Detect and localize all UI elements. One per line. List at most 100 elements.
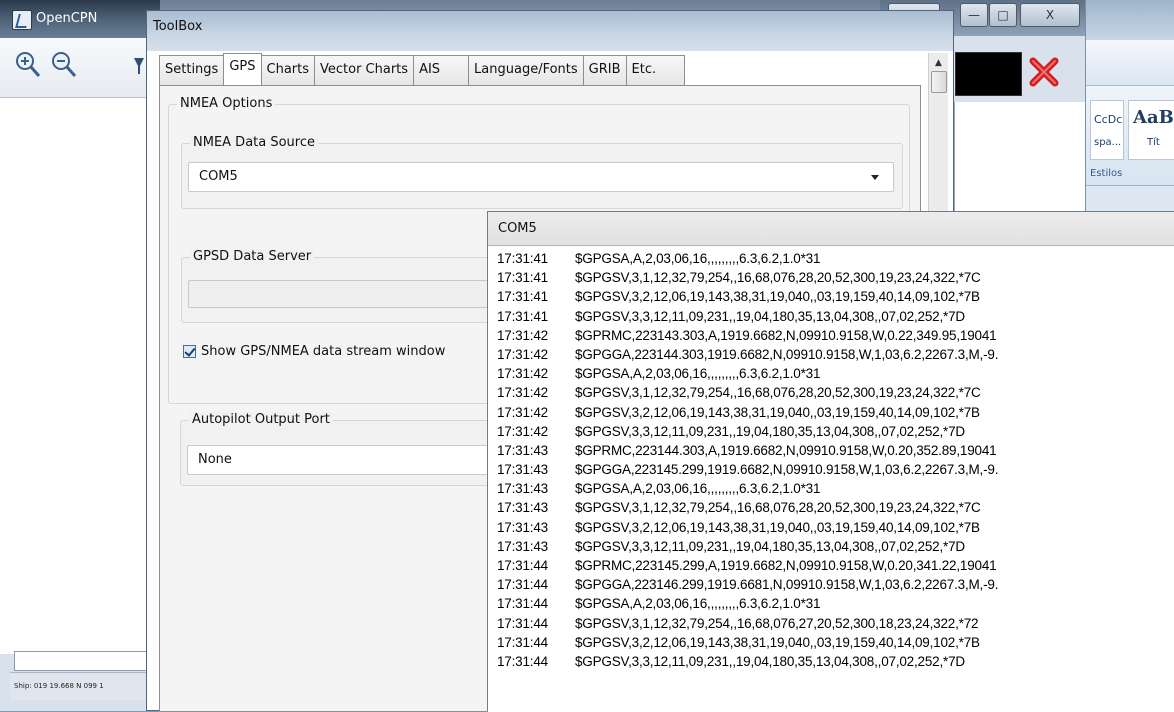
log-sentence: $GPGSV,3,3,12,11,09,231,,19,04,180,35,13… <box>575 308 965 324</box>
style-name: spa... <box>1094 137 1122 148</box>
route-tool-icon[interactable] <box>132 50 146 80</box>
toolbox-titlebar[interactable]: ToolBox <box>147 11 953 51</box>
log-line: 17:31:42 $GPGSV,3,3,12,11,09,231,,19,04,1… <box>497 422 1174 441</box>
log-timestamp: 17:31:43 <box>497 538 548 554</box>
log-sentence: $GPGGA,223146.299,1919.6681,N,09910.9158… <box>575 577 999 593</box>
log-timestamp: 17:31:43 <box>497 500 548 516</box>
log-sentence: $GPGSV,3,2,12,06,19,143,38,31,19,040,,03… <box>575 634 980 650</box>
nmea-source-group: NMEA Data Source COM5 <box>181 135 903 209</box>
tab-grib[interactable]: GRIB <box>582 55 627 85</box>
styles-group-label: Estilos <box>1090 168 1123 179</box>
log-sentence: $GPGSV,3,2,12,06,19,143,38,31,19,040,,03… <box>575 519 980 535</box>
show-stream-checkbox[interactable] <box>183 344 196 358</box>
chart-canvas[interactable] <box>0 98 146 654</box>
log-sentence: $GPGGA,223144.303,1919.6682,N,09910.9158… <box>575 346 999 362</box>
log-timestamp: 17:31:42 <box>497 346 548 362</box>
log-line: 17:31:42 $GPGSV,3,2,12,06,19,143,38,31,19… <box>497 403 1174 422</box>
close-button[interactable]: X <box>1020 3 1080 27</box>
log-sentence: $GPRMC,223145.299,A,1919.6682,N,09910.91… <box>575 558 997 573</box>
red-x-icon[interactable] <box>1026 54 1062 90</box>
nmea-log[interactable]: 17:31:41 $GPGSA,A,2,03,06,16,,,,,,,,,6.3,… <box>488 247 1174 712</box>
log-line: 17:31:44 $GPGGA,223146.299,1919.6681,N,09… <box>497 575 1174 594</box>
log-line: 17:31:44 $GPGSA,A,2,03,06,16,,,,,,,,,6.3,… <box>497 594 1174 613</box>
color-scheme-button[interactable] <box>955 52 1022 96</box>
word-ribbon-tabs <box>1086 40 1174 86</box>
scroll-thumb[interactable] <box>931 71 947 93</box>
autopilot-port-select[interactable]: None <box>187 445 505 475</box>
log-sentence: $GPGSV,3,2,12,06,19,143,38,31,19,040,,03… <box>575 289 980 305</box>
log-sentence: $GPRMC,223143.303,A,1919.6682,N,09910.91… <box>575 327 997 343</box>
log-timestamp: 17:31:42 <box>497 327 548 343</box>
log-sentence: $GPGSA,A,2,03,06,16,,,,,,,,,6.3,6.2,1.0*… <box>575 251 821 266</box>
style-gallery-item-2[interactable]: AaB Tít <box>1128 100 1174 160</box>
show-stream-option[interactable]: Show GPS/NMEA data stream window <box>183 341 445 361</box>
nmea-options-label: NMEA Options <box>177 96 276 111</box>
autopilot-port-group: Autopilot Output Port None <box>180 412 510 486</box>
log-timestamp: 17:31:44 <box>497 596 548 612</box>
log-timestamp: 17:31:44 <box>497 558 548 573</box>
log-line: 17:31:42 $GPGSA,A,2,03,06,16,,,,,,,,,6.3,… <box>497 364 1174 383</box>
tab-ais[interactable]: AIS <box>413 55 470 85</box>
gpsd-server-input[interactable] <box>188 280 498 308</box>
nmea-stream-titlebar[interactable]: COM5 <box>488 212 1174 246</box>
log-sentence: $GPGSV,3,1,12,32,79,254,,16,68,076,28,20… <box>575 385 981 401</box>
tab-settings[interactable]: Settings <box>159 55 225 85</box>
log-line: 17:31:43 $GPGSV,3,2,12,06,19,143,38,31,19… <box>497 518 1174 537</box>
log-timestamp: 17:31:41 <box>497 289 548 305</box>
log-sentence: $GPGSA,A,2,03,06,16,,,,,,,,,6.3,6.2,1.0*… <box>575 596 821 612</box>
log-timestamp: 17:31:41 <box>497 251 548 266</box>
log-line: 17:31:41 $GPGSV,3,1,12,32,79,254,,16,68,0… <box>497 268 1174 287</box>
log-sentence: $GPGSV,3,3,12,11,09,231,,19,04,180,35,13… <box>575 653 965 669</box>
log-timestamp: 17:31:41 <box>497 270 548 286</box>
log-timestamp: 17:31:42 <box>497 366 548 382</box>
style-name: Tít <box>1147 137 1160 148</box>
log-sentence: $GPGSV,3,1,12,32,79,254,,16,68,076,28,20… <box>575 500 981 516</box>
opencpn-logo-icon <box>12 10 32 30</box>
scroll-up-icon[interactable]: ▲ <box>930 55 947 71</box>
word-styles-ribbon: CcDc spa... AaB Tít Estilos <box>1086 86 1174 186</box>
log-line: 17:31:42 $GPRMC,223143.303,A,1919.6682,N,… <box>497 326 1174 345</box>
log-timestamp: 17:31:43 <box>497 462 548 478</box>
opencpn-main-window: OpenCPN Ship: 019 19.668 N 099 1 <box>0 0 160 711</box>
log-line: 17:31:44 $GPGSV,3,3,12,11,09,231,,19,04,1… <box>497 652 1174 671</box>
style-gallery-item-1[interactable]: CcDc spa... <box>1090 100 1124 160</box>
tab-vector-charts[interactable]: Vector Charts <box>314 55 415 85</box>
log-sentence: $GPGSV,3,1,12,32,79,254,,16,68,076,27,20… <box>575 615 979 631</box>
opencpn-titlebar[interactable]: OpenCPN <box>0 0 160 38</box>
log-timestamp: 17:31:42 <box>497 404 548 420</box>
tab-etc[interactable]: Etc. <box>625 55 686 85</box>
log-line: 17:31:41 $GPGSV,3,2,12,06,19,143,38,31,19… <box>497 287 1174 306</box>
log-line: 17:31:42 $GPGGA,223144.303,1919.6682,N,09… <box>497 345 1174 364</box>
log-timestamp: 17:31:43 <box>497 481 548 497</box>
nmea-source-value: COM5 <box>199 169 238 184</box>
log-line: 17:31:41 $GPGSA,A,2,03,06,16,,,,,,,,,6.3,… <box>497 249 1174 268</box>
log-timestamp: 17:31:44 <box>497 653 548 669</box>
style-sample: AaB <box>1133 107 1174 128</box>
log-timestamp: 17:31:42 <box>497 423 548 439</box>
log-timestamp: 17:31:43 <box>497 519 548 535</box>
log-line: 17:31:43 $GPGSV,3,1,12,32,79,254,,16,68,0… <box>497 498 1174 517</box>
log-sentence: $GPGGA,223145.299,1919.6682,N,09910.9158… <box>575 462 999 478</box>
log-timestamp: 17:31:42 <box>497 385 548 401</box>
log-timestamp: 17:31:44 <box>497 615 548 631</box>
nmea-source-label: NMEA Data Source <box>190 135 319 150</box>
log-sentence: $GPRMC,223144.303,A,1919.6682,N,09910.91… <box>575 442 997 458</box>
zoom-in-icon[interactable] <box>14 50 42 80</box>
tab-gps[interactable]: GPS <box>223 53 262 85</box>
log-sentence: $GPGSV,3,2,12,06,19,143,38,31,19,040,,03… <box>575 404 980 420</box>
minimize-button[interactable]: — <box>960 3 988 27</box>
zoom-out-icon[interactable] <box>50 50 78 80</box>
style-sample: CcDc <box>1094 113 1123 126</box>
maximize-button[interactable]: □ <box>989 3 1017 27</box>
tab-language-fonts[interactable]: Language/Fonts <box>468 55 584 85</box>
log-sentence: $GPGSV,3,3,12,11,09,231,,19,04,180,35,13… <box>575 423 965 439</box>
nmea-stream-window: COM5 17:31:41 $GPGSA,A,2,03,06,16,,,,,,,,… <box>487 211 1174 712</box>
nmea-source-select[interactable]: COM5 <box>188 162 894 192</box>
status-bar: Ship: 019 19.668 N 099 1 <box>10 672 160 700</box>
opencpn-toolbar <box>0 38 160 98</box>
tab-charts[interactable]: Charts <box>260 55 315 85</box>
opencpn-title: OpenCPN <box>36 11 98 26</box>
log-sentence: $GPGSV,3,1,12,32,79,254,,16,68,076,28,20… <box>575 270 981 286</box>
word-titlebar[interactable] <box>1086 0 1174 40</box>
log-line: 17:31:44 $GPGSV,3,1,12,32,79,254,,16,68,0… <box>497 614 1174 633</box>
